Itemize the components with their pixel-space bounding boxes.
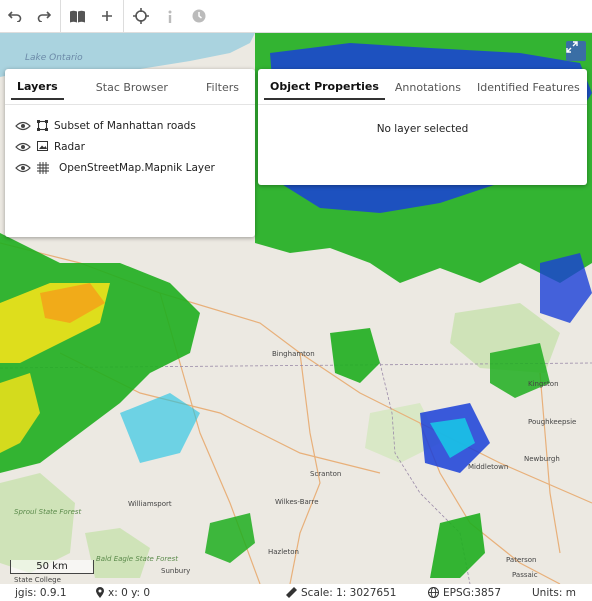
fullscreen-button[interactable] <box>566 41 586 61</box>
place-label: Kingston <box>528 380 559 388</box>
place-label: Paterson <box>506 556 537 564</box>
place-label: Wilkes-Barre <box>275 498 319 506</box>
tab-stac-browser[interactable]: Stac Browser <box>90 75 174 99</box>
status-bar: jgis: 0.9.1 x: 0 y: 0 Scale: 1: 3027651 … <box>0 584 592 601</box>
empty-message: No layer selected <box>376 123 469 135</box>
place-label: Sproul State Forest <box>14 508 82 516</box>
layers-panel: Layers Stac Browser Filters Subset of Ma… <box>5 69 255 237</box>
forest-area <box>85 528 150 578</box>
tab-object-properties[interactable]: Object Properties <box>264 74 385 100</box>
plus-icon <box>101 11 112 21</box>
info-button[interactable] <box>155 0 184 33</box>
image-layer-icon <box>37 140 49 153</box>
expand-icon <box>566 41 578 53</box>
layer-name: Radar <box>54 140 85 153</box>
map-pin-icon <box>96 587 104 598</box>
properties-panel-tabs: Object Properties Annotations Identified… <box>258 69 587 105</box>
eye-icon[interactable] <box>15 163 31 173</box>
place-label: Binghamton <box>272 350 315 358</box>
properties-panel: Object Properties Annotations Identified… <box>258 69 587 185</box>
tab-filters[interactable]: Filters <box>200 75 245 99</box>
tab-layers[interactable]: Layers <box>11 74 64 100</box>
coords-readout: x: 0 y: 0 <box>96 587 150 599</box>
ruler-icon <box>286 587 297 598</box>
tab-identified-features[interactable]: Identified Features <box>471 75 586 99</box>
open-book-button[interactable] <box>63 0 92 33</box>
book-icon <box>70 10 85 22</box>
undo-icon <box>7 11 21 22</box>
layer-name: Subset of Manhattan roads <box>54 119 196 132</box>
eye-icon[interactable] <box>15 142 31 152</box>
layer-list: Subset of Manhattan roads Radar OpenStre… <box>5 105 255 178</box>
undo-button[interactable] <box>0 0 29 33</box>
redo-button[interactable] <box>29 0 58 33</box>
globe-icon <box>428 587 439 598</box>
place-label: Sunbury <box>161 567 191 575</box>
place-label: Scranton <box>310 470 342 478</box>
layer-item[interactable]: Subset of Manhattan roads <box>15 115 255 136</box>
version-label: jgis: 0.9.1 <box>15 586 67 599</box>
vector-layer-icon <box>37 119 49 132</box>
tab-annotations[interactable]: Annotations <box>389 75 467 99</box>
layer-item[interactable]: OpenStreetMap.Mapnik Layer <box>15 157 255 178</box>
place-label: Passaic <box>512 571 538 579</box>
add-button[interactable] <box>92 0 121 33</box>
layer-item[interactable]: Radar <box>15 136 255 157</box>
raster-grid-icon <box>37 161 51 174</box>
place-label: Hazleton <box>268 548 299 556</box>
toolbar-separator <box>60 0 61 33</box>
locate-button[interactable] <box>126 0 155 33</box>
place-label: Poughkeepsie <box>528 418 577 426</box>
redo-icon <box>37 11 51 22</box>
info-icon <box>168 10 171 23</box>
crs-readout: EPSG:3857 <box>428 587 501 599</box>
history-button[interactable] <box>184 0 213 33</box>
toolbar <box>0 0 592 33</box>
toolbar-separator <box>123 0 124 33</box>
scale-text: Scale: 1: 3027651 <box>301 586 397 599</box>
eye-icon[interactable] <box>15 121 31 131</box>
place-label: Newburgh <box>524 455 560 463</box>
scale-readout: Scale: 1: 3027651 <box>286 587 396 599</box>
place-label: Bald Eagle State Forest <box>96 555 178 563</box>
forest-area <box>0 473 75 573</box>
layers-panel-tabs: Layers Stac Browser Filters <box>5 69 255 105</box>
scale-bar: 50 km <box>10 560 94 574</box>
crosshair-icon <box>132 8 149 24</box>
clock-icon <box>192 9 205 23</box>
place-label: Middletown <box>468 463 509 471</box>
coords-text: x: 0 y: 0 <box>108 586 151 599</box>
units-readout: Units: m <box>532 586 576 599</box>
crs-text: EPSG:3857 <box>443 586 502 599</box>
place-label: Williamsport <box>128 500 172 508</box>
place-label: Lake Ontario <box>25 53 83 63</box>
place-label: State College <box>14 576 61 584</box>
layer-name: OpenStreetMap.Mapnik Layer <box>59 161 215 174</box>
